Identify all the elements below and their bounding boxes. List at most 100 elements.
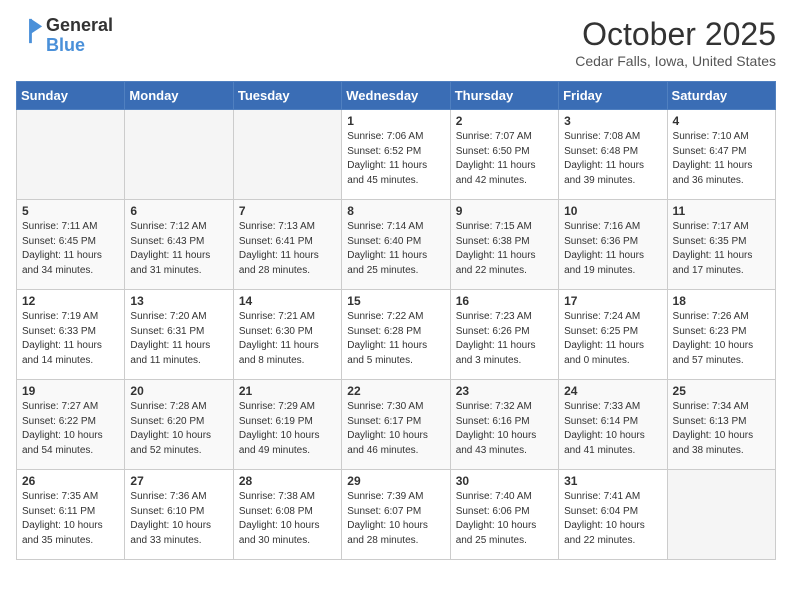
location: Cedar Falls, Iowa, United States [575, 53, 776, 69]
day-number: 13 [130, 294, 227, 308]
day-number: 22 [347, 384, 444, 398]
page-header: General Blue October 2025 Cedar Falls, I… [16, 16, 776, 69]
day-info: Sunrise: 7:13 AM Sunset: 6:41 PM Dayligh… [239, 220, 336, 278]
col-header-monday: Monday [125, 82, 233, 110]
day-info: Sunrise: 7:41 AM Sunset: 6:04 PM Dayligh… [564, 490, 661, 548]
calendar-cell: 24 Sunrise: 7:33 AM Sunset: 6:14 PM Dayli… [559, 380, 667, 470]
day-number: 4 [673, 114, 770, 128]
month-title: October 2025 [575, 16, 776, 53]
day-info: Sunrise: 7:19 AM Sunset: 6:33 PM Dayligh… [22, 310, 119, 368]
calendar-cell: 14Sunrise: 7:21 AM Sunset: 6:30 PM Dayli… [233, 290, 341, 380]
calendar-cell: 12 Sunrise: 7:19 AM Sunset: 6:33 PM Dayli… [17, 290, 125, 380]
day-number: 3 [564, 114, 661, 128]
calendar-week-row: 26 Sunrise: 7:35 AM Sunset: 6:11 PM Dayli… [17, 470, 776, 560]
day-number: 20 [130, 384, 227, 398]
calendar-cell: 10 Sunrise: 7:16 AM Sunset: 6:36 PM Dayli… [559, 200, 667, 290]
col-header-saturday: Saturday [667, 82, 775, 110]
day-number: 5 [22, 204, 119, 218]
day-number: 27 [130, 474, 227, 488]
calendar-week-row: 12 Sunrise: 7:19 AM Sunset: 6:33 PM Dayli… [17, 290, 776, 380]
day-number: 30 [456, 474, 553, 488]
calendar-cell [233, 110, 341, 200]
calendar-cell [17, 110, 125, 200]
day-info: Sunrise: 7:11 AM Sunset: 6:45 PM Dayligh… [22, 220, 119, 278]
calendar-cell: 19 Sunrise: 7:27 AM Sunset: 6:22 PM Dayli… [17, 380, 125, 470]
day-number: 1 [347, 114, 444, 128]
day-number: 26 [22, 474, 119, 488]
calendar-cell: 13 Sunrise: 7:20 AM Sunset: 6:31 PM Dayli… [125, 290, 233, 380]
day-number: 25 [673, 384, 770, 398]
day-number: 18 [673, 294, 770, 308]
day-info: Sunrise: 7:23 AM Sunset: 6:26 PM Dayligh… [456, 310, 553, 368]
calendar-table: SundayMondayTuesdayWednesdayThursdayFrid… [16, 81, 776, 560]
title-block: October 2025 Cedar Falls, Iowa, United S… [575, 16, 776, 69]
calendar-cell [667, 470, 775, 560]
day-number: 23 [456, 384, 553, 398]
calendar-cell: 8 Sunrise: 7:14 AM Sunset: 6:40 PM Daylig… [342, 200, 450, 290]
logo: General Blue [16, 16, 113, 56]
day-number: 10 [564, 204, 661, 218]
calendar-week-row: 19 Sunrise: 7:27 AM Sunset: 6:22 PM Dayli… [17, 380, 776, 470]
col-header-tuesday: Tuesday [233, 82, 341, 110]
day-info: Sunrise: 7:30 AM Sunset: 6:17 PM Dayligh… [347, 400, 444, 458]
day-info: Sunrise: 7:28 AM Sunset: 6:20 PM Dayligh… [130, 400, 227, 458]
calendar-cell: 15Sunrise: 7:22 AM Sunset: 6:28 PM Dayli… [342, 290, 450, 380]
day-number: 16 [456, 294, 553, 308]
calendar-cell: 31 Sunrise: 7:41 AM Sunset: 6:04 PM Dayli… [559, 470, 667, 560]
day-info: Sunrise: 7:22 AM Sunset: 6:28 PM Dayligh… [347, 310, 444, 368]
day-info: Sunrise: 7:06 AM Sunset: 6:52 PM Dayligh… [347, 130, 444, 188]
calendar-header-row: SundayMondayTuesdayWednesdayThursdayFrid… [17, 82, 776, 110]
day-info: Sunrise: 7:14 AM Sunset: 6:40 PM Dayligh… [347, 220, 444, 278]
calendar-cell: 11Sunrise: 7:17 AM Sunset: 6:35 PM Dayli… [667, 200, 775, 290]
day-info: Sunrise: 7:34 AM Sunset: 6:13 PM Dayligh… [673, 400, 770, 458]
day-info: Sunrise: 7:26 AM Sunset: 6:23 PM Dayligh… [673, 310, 770, 368]
calendar-cell: 3Sunrise: 7:08 AM Sunset: 6:48 PM Daylig… [559, 110, 667, 200]
day-number: 29 [347, 474, 444, 488]
col-header-thursday: Thursday [450, 82, 558, 110]
day-number: 14 [239, 294, 336, 308]
day-number: 24 [564, 384, 661, 398]
day-info: Sunrise: 7:27 AM Sunset: 6:22 PM Dayligh… [22, 400, 119, 458]
day-number: 19 [22, 384, 119, 398]
col-header-friday: Friday [559, 82, 667, 110]
calendar-week-row: 5 Sunrise: 7:11 AM Sunset: 6:45 PM Daylig… [17, 200, 776, 290]
day-info: Sunrise: 7:07 AM Sunset: 6:50 PM Dayligh… [456, 130, 553, 188]
calendar-cell: 22 Sunrise: 7:30 AM Sunset: 6:17 PM Dayli… [342, 380, 450, 470]
col-header-sunday: Sunday [17, 82, 125, 110]
day-number: 2 [456, 114, 553, 128]
day-info: Sunrise: 7:16 AM Sunset: 6:36 PM Dayligh… [564, 220, 661, 278]
calendar-week-row: 1 Sunrise: 7:06 AM Sunset: 6:52 PM Daylig… [17, 110, 776, 200]
day-number: 12 [22, 294, 119, 308]
day-number: 9 [456, 204, 553, 218]
calendar-cell: 4 Sunrise: 7:10 AM Sunset: 6:47 PM Daylig… [667, 110, 775, 200]
calendar-cell: 28 Sunrise: 7:38 AM Sunset: 6:08 PM Dayli… [233, 470, 341, 560]
calendar-cell: 2 Sunrise: 7:07 AM Sunset: 6:50 PM Daylig… [450, 110, 558, 200]
calendar-cell: 21 Sunrise: 7:29 AM Sunset: 6:19 PM Dayli… [233, 380, 341, 470]
day-info: Sunrise: 7:20 AM Sunset: 6:31 PM Dayligh… [130, 310, 227, 368]
day-number: 8 [347, 204, 444, 218]
calendar-cell: 30 Sunrise: 7:40 AM Sunset: 6:06 PM Dayli… [450, 470, 558, 560]
calendar-cell: 18 Sunrise: 7:26 AM Sunset: 6:23 PM Dayli… [667, 290, 775, 380]
logo-text-blue: Blue [46, 36, 113, 56]
day-info: Sunrise: 7:38 AM Sunset: 6:08 PM Dayligh… [239, 490, 336, 548]
day-number: 6 [130, 204, 227, 218]
day-info: Sunrise: 7:40 AM Sunset: 6:06 PM Dayligh… [456, 490, 553, 548]
day-number: 7 [239, 204, 336, 218]
calendar-cell: 16 Sunrise: 7:23 AM Sunset: 6:26 PM Dayli… [450, 290, 558, 380]
calendar-cell: 17Sunrise: 7:24 AM Sunset: 6:25 PM Dayli… [559, 290, 667, 380]
day-info: Sunrise: 7:10 AM Sunset: 6:47 PM Dayligh… [673, 130, 770, 188]
calendar-cell: 5 Sunrise: 7:11 AM Sunset: 6:45 PM Daylig… [17, 200, 125, 290]
day-number: 21 [239, 384, 336, 398]
day-info: Sunrise: 7:35 AM Sunset: 6:11 PM Dayligh… [22, 490, 119, 548]
calendar-cell: 20 Sunrise: 7:28 AM Sunset: 6:20 PM Dayli… [125, 380, 233, 470]
day-info: Sunrise: 7:39 AM Sunset: 6:07 PM Dayligh… [347, 490, 444, 548]
day-info: Sunrise: 7:29 AM Sunset: 6:19 PM Dayligh… [239, 400, 336, 458]
calendar-cell: 23Sunrise: 7:32 AM Sunset: 6:16 PM Dayli… [450, 380, 558, 470]
calendar-cell: 9Sunrise: 7:15 AM Sunset: 6:38 PM Daylig… [450, 200, 558, 290]
calendar-cell: 7 Sunrise: 7:13 AM Sunset: 6:41 PM Daylig… [233, 200, 341, 290]
day-number: 31 [564, 474, 661, 488]
calendar-cell: 6Sunrise: 7:12 AM Sunset: 6:43 PM Daylig… [125, 200, 233, 290]
day-info: Sunrise: 7:33 AM Sunset: 6:14 PM Dayligh… [564, 400, 661, 458]
day-number: 28 [239, 474, 336, 488]
day-number: 17 [564, 294, 661, 308]
